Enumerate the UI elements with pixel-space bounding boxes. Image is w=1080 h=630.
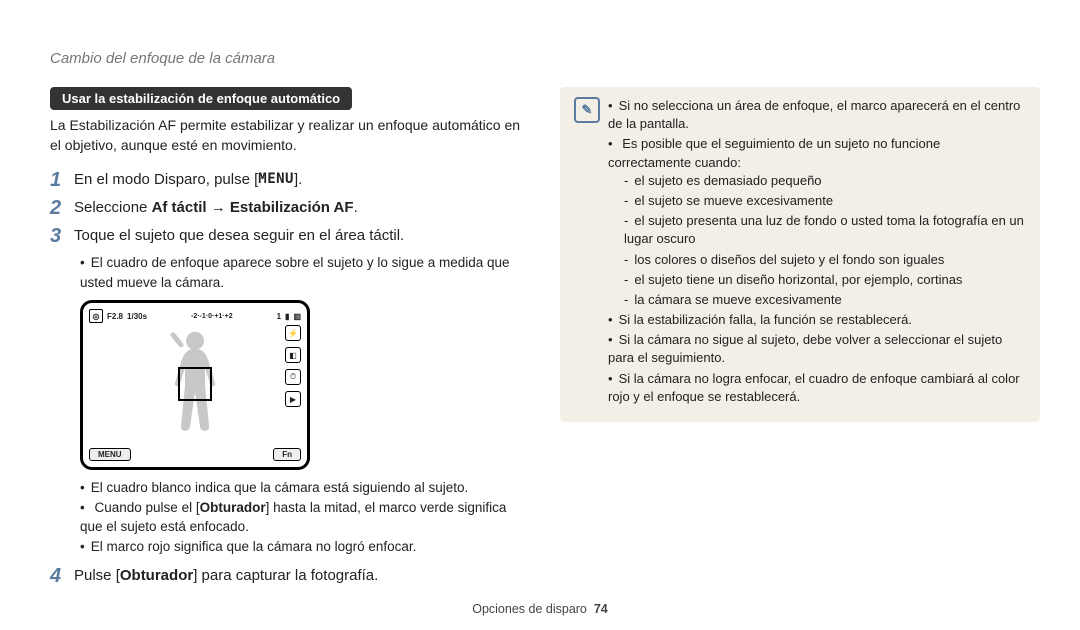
section-heading-pill: Usar la estabilización de enfoque automá… xyxy=(50,87,352,110)
camera-screen-illustration: ◎ F2.8 1/30s -2·-1·0·+1·+2 1 ▮ ▥ ⚡ ◧ ⏱ ▶ xyxy=(80,300,310,470)
step-4-post: ] para capturar la fotografía. xyxy=(193,567,378,584)
step-3-text: Toque el sujeto que desea seguir en el á… xyxy=(74,225,404,246)
note-item: Si la estabilización falla, la función s… xyxy=(608,311,1026,329)
note-panel: ✎ Si no selecciona un área de enfoque, e… xyxy=(560,87,1040,422)
note-subitem: el sujeto es demasiado pequeño xyxy=(624,172,1026,190)
mode-icon: ◎ xyxy=(89,309,103,323)
note-subitem: el sujeto presenta una luz de fondo o us… xyxy=(624,212,1026,248)
focus-box xyxy=(178,367,212,401)
note-item: Es posible que el seguimiento de un suje… xyxy=(608,135,1026,309)
camera-top-bar: ◎ F2.8 1/30s -2·-1·0·+1·+2 1 ▮ ▥ xyxy=(89,309,301,323)
menu-keycap: MENU xyxy=(258,170,294,190)
exposure-bar: -2·-1·0·+1·+2 xyxy=(151,311,273,321)
step-number: 1 xyxy=(50,169,66,191)
note-n2-lead: Es posible que el seguimiento de un suje… xyxy=(608,136,940,169)
shutter-value: 1/30s xyxy=(127,312,147,321)
step-4-bold: Obturador xyxy=(120,567,193,584)
step-4-pre: Pulse [ xyxy=(74,567,120,584)
footer-section: Opciones de disparo xyxy=(472,602,587,616)
step-1-pre: En el modo Disparo, pulse [ xyxy=(74,171,258,188)
sd-icon: ▮ xyxy=(285,312,289,321)
step-number: 2 xyxy=(50,197,66,219)
camera-fn-button: Fn xyxy=(273,448,301,462)
page-footer: Opciones de disparo 74 xyxy=(0,602,1080,616)
step-1-text: En el modo Disparo, pulse [MENU]. xyxy=(74,169,302,190)
step-2-text: Seleccione Af táctil → Estabilización AF… xyxy=(74,197,358,218)
section-intro: La Estabilización AF permite estabilizar… xyxy=(50,116,530,155)
footer-page-number: 74 xyxy=(594,602,608,616)
step-2-af-tactil: Af táctil xyxy=(152,199,207,216)
page-title: Cambio del enfoque de la cámara xyxy=(50,50,1040,67)
step-2-estabilizacion-af: Estabilización AF xyxy=(230,199,354,216)
shot-count: 1 xyxy=(277,312,281,321)
step-2-arrow: → xyxy=(207,199,230,216)
camera-menu-button: MENU xyxy=(89,448,131,462)
post-cam-bullet-3: El marco rojo significa que la cámara no… xyxy=(80,537,530,557)
step-1-post: ]. xyxy=(294,171,302,188)
note-subitem: la cámara se mueve excesivamente xyxy=(624,291,1026,309)
step-4-text: Pulse [Obturador] para capturar la fotog… xyxy=(74,565,378,586)
battery-icon: ▥ xyxy=(293,312,301,321)
step-2-pre: Seleccione xyxy=(74,199,152,216)
note-subitem: el sujeto tiene un diseño horizontal, po… xyxy=(624,271,1026,289)
note-item: Si no selecciona un área de enfoque, el … xyxy=(608,97,1026,133)
step-2-post: . xyxy=(354,199,358,216)
post-cam-b2-pre: Cuando pulse el [ xyxy=(95,500,200,515)
post-cam-bullet-1: El cuadro blanco indica que la cámara es… xyxy=(80,478,530,498)
note-item: Si la cámara no logra enfocar, el cuadro… xyxy=(608,370,1026,406)
note-icon: ✎ xyxy=(574,97,600,123)
step-3-subbullet: El cuadro de enfoque aparece sobre el su… xyxy=(80,253,530,292)
note-item: Si la cámara no sigue al sujeto, debe vo… xyxy=(608,331,1026,367)
step-number: 3 xyxy=(50,225,66,247)
note-subitem: el sujeto se mueve excesivamente xyxy=(624,192,1026,210)
post-cam-bullet-2: Cuando pulse el [Obturador] hasta la mit… xyxy=(80,498,530,537)
step-number: 4 xyxy=(50,565,66,587)
note-subitem: los colores o diseños del sujeto y el fo… xyxy=(624,251,1026,269)
aperture-value: F2.8 xyxy=(107,312,123,321)
post-cam-b2-bold: Obturador xyxy=(200,500,266,515)
